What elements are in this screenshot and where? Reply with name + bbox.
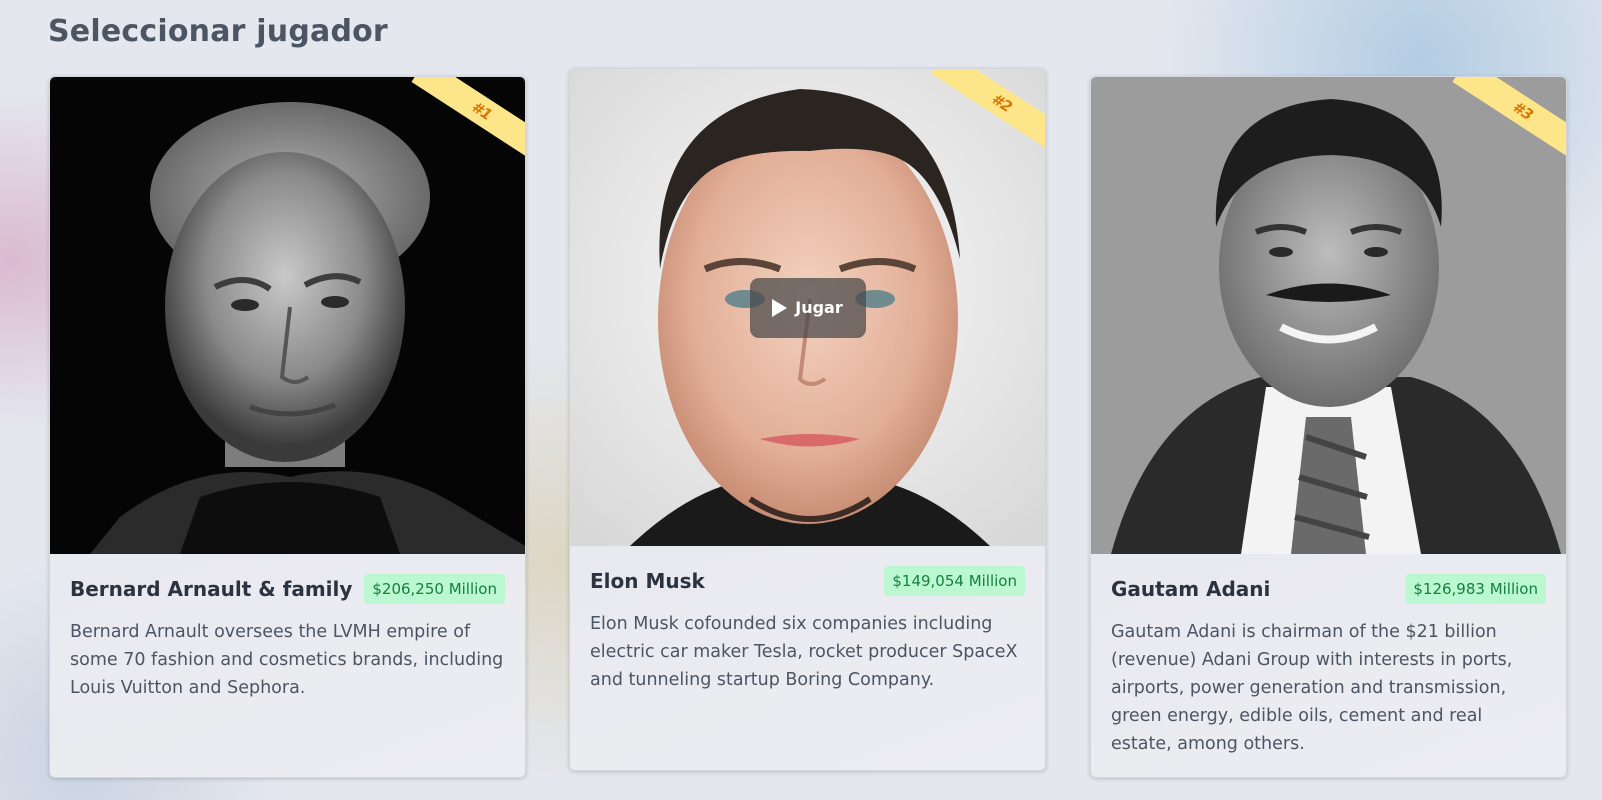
wealth-badge: $206,250 Million: [364, 574, 505, 604]
player-card-elon-musk[interactable]: #2 Jugar Elon Musk $149,054 Million Elon…: [569, 68, 1046, 771]
player-description: Gautam Adani is chairman of the $21 bill…: [1111, 622, 1513, 754]
player-description: Elon Musk cofounded six companies includ…: [590, 614, 1018, 690]
player-name: Gautam Adani: [1111, 577, 1271, 601]
play-button[interactable]: Jugar: [749, 277, 866, 338]
player-description: Bernard Arnault oversees the LVMH empire…: [70, 622, 504, 698]
wealth-badge: $126,983 Million: [1405, 574, 1546, 604]
play-button-label: Jugar: [795, 298, 843, 317]
wealth-badge: $149,054 Million: [884, 566, 1025, 596]
player-photo: #1: [50, 77, 525, 554]
player-card-bernard-arnault[interactable]: #1 Bernard Arnault & family $206,250 Mil…: [49, 76, 526, 778]
portrait-image: [50, 77, 525, 554]
player-card-gautam-adani[interactable]: #3 Gautam Adani $126,983 Million Gautam …: [1090, 76, 1567, 778]
page-title: Seleccionar jugador: [48, 14, 388, 49]
player-name: Bernard Arnault & family: [70, 577, 353, 601]
portrait-image: [1091, 77, 1566, 554]
player-photo: #2 Jugar: [570, 69, 1045, 546]
player-photo: #3: [1091, 77, 1566, 554]
play-icon: [772, 298, 788, 317]
player-name: Elon Musk: [590, 569, 705, 593]
